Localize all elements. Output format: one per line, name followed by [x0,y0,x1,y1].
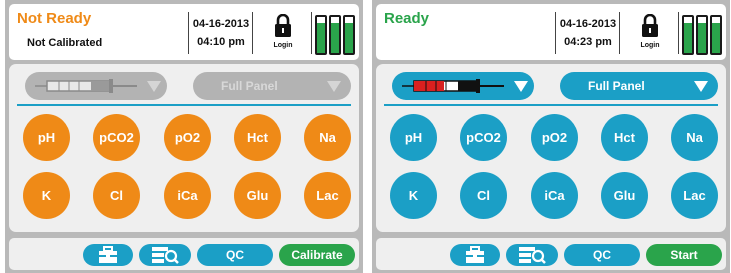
toolbox-button[interactable] [83,244,133,266]
records-search-button[interactable] [506,244,558,266]
syringe-icon [35,79,137,93]
header-divider [619,12,620,54]
analyte-button-po2[interactable]: pO2 [164,114,211,161]
search-records-icon [152,247,179,264]
panel-label: Full Panel [221,79,278,93]
device-screen-not-ready: Not Ready Not Calibrated 04-16-2013 04:1… [5,0,363,273]
analyte-button-ica[interactable]: iCa [531,172,578,219]
device-screen-ready: Ready 04-16-2013 04:23 pm Login Full Pan… [372,0,730,273]
dropdown-arrow-icon [147,81,161,92]
cartridge-selector[interactable] [25,72,167,100]
analyte-button-hct[interactable]: Hct [234,114,281,161]
analyte-button-glu[interactable]: Glu [601,172,648,219]
cartridge-selector[interactable] [392,72,534,100]
analyte-button-glu[interactable]: Glu [234,172,281,219]
dropdown-arrow-icon [514,81,528,92]
analyte-button-cl[interactable]: Cl [93,172,140,219]
panel-selector[interactable]: Full Panel [560,72,718,100]
battery-cell [343,15,355,55]
analyte-button-k[interactable]: K [390,172,437,219]
toolbox-icon [466,246,484,263]
battery-cell [710,15,722,55]
header-divider [188,12,189,54]
search-records-icon [519,247,546,264]
toolbox-icon [99,246,117,263]
lock-icon[interactable] [641,14,659,38]
main-panel: Full Panel pH pCO2 pO2 Hct Na K Cl iCa G… [376,64,726,232]
battery-cell [682,15,694,55]
calibrate-button[interactable]: Calibrate [279,244,355,266]
time-display: 04:10 pm [197,36,245,48]
footer-toolbar: QC Calibrate [9,238,359,270]
start-button[interactable]: Start [646,244,722,266]
analyte-button-pco2[interactable]: pCO2 [460,114,507,161]
status-subtitle: Not Calibrated [27,37,103,49]
qc-button[interactable]: QC [564,244,640,266]
battery-cell [315,15,327,55]
battery-cell [696,15,708,55]
header-divider [311,12,312,54]
toolbox-button[interactable] [450,244,500,266]
syringe-icon [402,79,504,93]
status-title: Not Ready [17,10,92,27]
analyte-button-po2[interactable]: pO2 [531,114,578,161]
battery-cell [329,15,341,55]
status-header: Not Ready Not Calibrated 04-16-2013 04:1… [9,4,359,60]
header-divider [555,12,556,54]
analyte-button-hct[interactable]: Hct [601,114,648,161]
analyte-button-lac[interactable]: Lac [671,172,718,219]
status-title: Ready [384,10,430,27]
dropdown-arrow-icon [327,81,341,92]
analyte-button-cl[interactable]: Cl [460,172,507,219]
lock-icon[interactable] [274,14,292,38]
login-label[interactable]: Login [268,42,298,49]
dropdown-arrow-icon [694,81,708,92]
analyte-button-ph[interactable]: pH [390,114,437,161]
header-divider [252,12,253,54]
panel-label: Full Panel [588,79,645,93]
analyte-button-na[interactable]: Na [304,114,351,161]
time-display: 04:23 pm [564,36,612,48]
analyte-button-pco2[interactable]: pCO2 [93,114,140,161]
qc-button[interactable]: QC [197,244,273,266]
analyte-button-ph[interactable]: pH [23,114,70,161]
panel-selector[interactable]: Full Panel [193,72,351,100]
login-label[interactable]: Login [635,42,665,49]
separator-line [17,104,351,106]
date-display: 04-16-2013 [559,18,617,30]
header-divider [678,12,679,54]
date-display: 04-16-2013 [192,18,250,30]
footer-toolbar: QC Start [376,238,726,270]
analyte-button-k[interactable]: K [23,172,70,219]
status-header: Ready 04-16-2013 04:23 pm Login [376,4,726,60]
main-panel: Full Panel pH pCO2 pO2 Hct Na K Cl iCa G… [9,64,359,232]
separator-line [384,104,718,106]
analyte-button-na[interactable]: Na [671,114,718,161]
analyte-button-ica[interactable]: iCa [164,172,211,219]
analyte-button-lac[interactable]: Lac [304,172,351,219]
records-search-button[interactable] [139,244,191,266]
